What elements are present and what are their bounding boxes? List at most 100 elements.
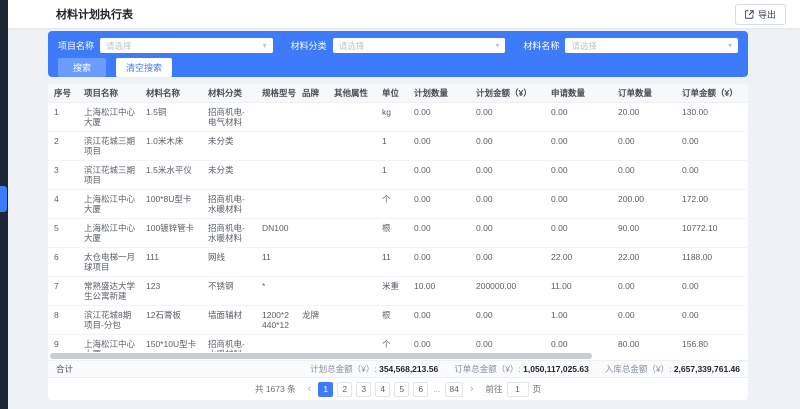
- export-button[interactable]: 导出: [735, 4, 786, 25]
- filter-row: 项目名称请选择▾材料分类请选择▾材料名称请选择▾: [58, 38, 738, 53]
- table-body: 1上海松江中心大厦1.5铜招商机电-电气材料kg0.000.000.0020.0…: [48, 103, 748, 352]
- page-title: 材料计划执行表: [56, 6, 133, 22]
- table-cell: 3: [48, 161, 78, 189]
- next-page-icon[interactable]: ›: [468, 382, 476, 397]
- table-cell: 11.00: [545, 277, 612, 305]
- chevron-down-icon: ▾: [495, 42, 499, 50]
- table-cell: [328, 132, 376, 160]
- table-cell: 22.00: [612, 248, 676, 276]
- filter-group: 材料名称请选择▾: [523, 38, 738, 53]
- filter-select[interactable]: 请选择▾: [100, 38, 273, 53]
- table-cell: 龙牌: [296, 306, 328, 334]
- table-row: 5上海松江中心大厦100镀锌管卡招商机电-水暖材料DN100根0.000.000…: [48, 219, 748, 248]
- summary-item-value: 2,657,339,761.46: [674, 364, 740, 374]
- filter-select[interactable]: 请选择 ▾: [333, 38, 506, 53]
- table-cell: [256, 103, 296, 131]
- goto-page-input[interactable]: [507, 382, 529, 397]
- table-cell: 0.00: [676, 306, 748, 334]
- table-cell: 招商机电-电气材料: [202, 103, 256, 131]
- table-cell: 0.00: [408, 335, 470, 352]
- filter-group: 材料分类请选择▾: [291, 38, 506, 53]
- search-button[interactable]: 搜索: [58, 58, 106, 77]
- table-cell: 4: [48, 190, 78, 218]
- table-cell: 个: [376, 190, 408, 218]
- table-cell: 墙面辅材: [202, 306, 256, 334]
- table-cell: 0.00: [612, 277, 676, 305]
- table-cell: 172.00: [676, 190, 748, 218]
- table-cell: [256, 190, 296, 218]
- table-cell: [296, 248, 328, 276]
- filter-select[interactable]: 请选择 ▾: [565, 38, 738, 53]
- table-cell: [328, 161, 376, 189]
- table-cell: 0.00: [408, 219, 470, 247]
- table-cell: [296, 219, 328, 247]
- page-button[interactable]: 3: [356, 382, 371, 397]
- table-cell: 11: [256, 248, 296, 276]
- table-cell: 0.00: [676, 277, 748, 305]
- select-placeholder: 请选择: [106, 40, 132, 52]
- summary-item-label: 订单总金额（¥）:: [454, 364, 523, 374]
- prev-page-icon[interactable]: ‹: [306, 382, 314, 397]
- table-row: 2滨江花城三期项目1.0米木床未分类10.000.000.000.000.00: [48, 132, 748, 161]
- filter-group: 项目名称请选择▾: [58, 38, 273, 53]
- table-cell: 7: [48, 277, 78, 305]
- page-button[interactable]: 84: [445, 382, 462, 397]
- table-card: 序号项目名称材料名称材料分类规格型号品牌其他属性单位计划数量计划金额（¥）申请数…: [48, 84, 748, 400]
- table-cell: 22.00: [545, 248, 612, 276]
- summary-item: 计划总金额（¥）: 354,568,213.56: [310, 363, 438, 375]
- column-header: 计划数量: [408, 84, 470, 102]
- table-cell: 上海松江中心大厦: [78, 335, 140, 352]
- clear-search-button[interactable]: 清空搜索: [116, 58, 172, 77]
- table-cell: 滨江花城三期项目: [78, 161, 140, 189]
- page-button[interactable]: 5: [394, 382, 409, 397]
- sidebar-expand-handle[interactable]: [0, 186, 7, 212]
- table-cell: 招商机电-水暖材料: [202, 219, 256, 247]
- table-cell: 上海松江中心大厦: [78, 103, 140, 131]
- table-cell: 0.00: [408, 306, 470, 334]
- table-cell: 130.00: [676, 103, 748, 131]
- table-cell: kg: [376, 103, 408, 131]
- select-placeholder: 请选择: [571, 40, 597, 52]
- table-cell: 0.00: [612, 161, 676, 189]
- filter-panel: 项目名称请选择▾材料分类请选择▾材料名称请选择▾ 搜索 清空搜索: [48, 31, 748, 77]
- column-header: 订单金额（¥）: [676, 84, 748, 102]
- table-cell: 招商机电-水暖材料: [202, 335, 256, 352]
- chevron-down-icon: ▾: [728, 42, 732, 50]
- pagination: 共 1673 条 ‹ 123456...84 › 前往 页: [48, 378, 748, 400]
- table-cell: 个: [376, 335, 408, 352]
- column-header: 规格型号: [256, 84, 296, 102]
- filter-actions: 搜索 清空搜索: [58, 58, 738, 77]
- export-icon: [745, 10, 754, 19]
- select-placeholder: 请选择: [339, 40, 365, 52]
- table-cell: [328, 335, 376, 352]
- page-button[interactable]: 2: [337, 382, 352, 397]
- table-cell: 0.00: [612, 132, 676, 160]
- table-cell: 招商机电-水暖材料: [202, 190, 256, 218]
- table-cell: 未分类: [202, 161, 256, 189]
- table-cell: 不锈钢: [202, 277, 256, 305]
- table-row: 9上海松江中心大厦150*10U型卡招商机电-水暖材料个0.000.000.00…: [48, 335, 748, 352]
- table-cell: [296, 132, 328, 160]
- table-cell: 1.5米水平仪: [140, 161, 202, 189]
- summary-item: 入库总金额（¥）: 2,657,339,761.46: [605, 363, 740, 375]
- page-ellipsis[interactable]: ...: [432, 384, 441, 394]
- table-cell: [296, 335, 328, 352]
- table-cell: 0.00: [408, 103, 470, 131]
- table-cell: 常熟盛达大学生公寓新建: [78, 277, 140, 305]
- page-button[interactable]: 4: [375, 382, 390, 397]
- table-cell: 111: [140, 248, 202, 276]
- column-header: 计划金额（¥）: [470, 84, 545, 102]
- table-cell: 1.5铜: [140, 103, 202, 131]
- table-row: 7常熟盛达大学生公寓新建123不锈钢*米重10.00200000.0011.00…: [48, 277, 748, 306]
- horizontal-scrollbar-thumb[interactable]: [50, 353, 592, 359]
- page-button[interactable]: 1: [318, 382, 333, 397]
- table-cell: [256, 161, 296, 189]
- table-cell: 6: [48, 248, 78, 276]
- summary-total-label: 合计: [56, 363, 73, 375]
- table-cell: 100*8U型卡: [140, 190, 202, 218]
- page-button[interactable]: 6: [413, 382, 428, 397]
- table-cell: 8: [48, 306, 78, 334]
- table-cell: 0.00: [676, 161, 748, 189]
- table-row: 8滨江花城8期项目-分包12石膏板墙面辅材1200*2440*12龙牌根0.00…: [48, 306, 748, 335]
- table-cell: [328, 190, 376, 218]
